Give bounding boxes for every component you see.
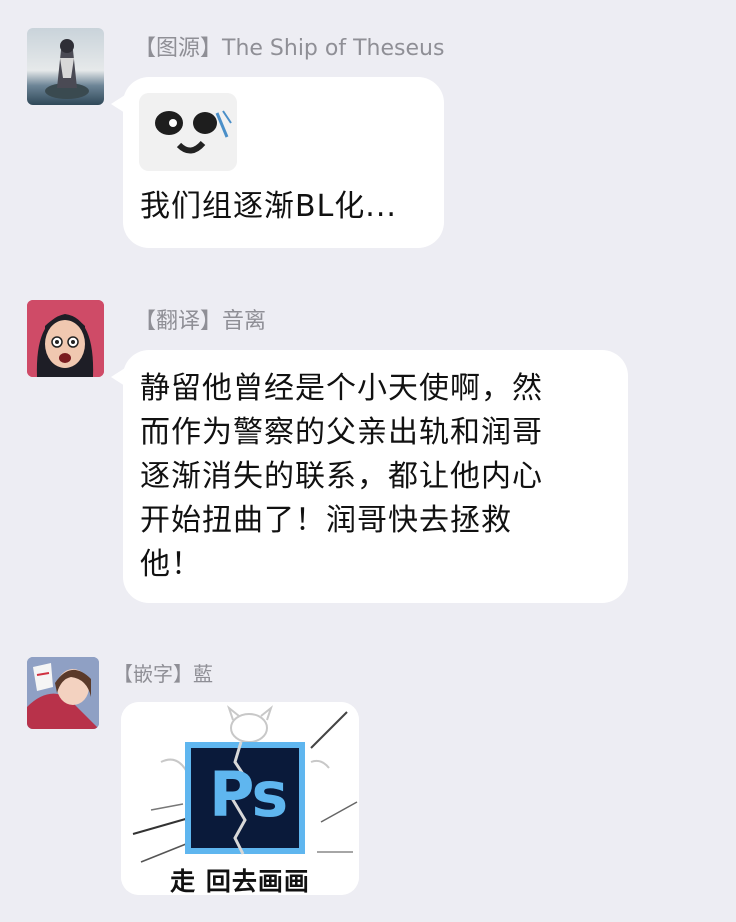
message-text-line: 静留他曾经是个小天使啊，然 [140, 371, 543, 406]
ps-logo-text: Ps [209, 758, 288, 831]
message-text: 我们组逐渐BL化... [140, 189, 397, 224]
sticker-image[interactable]: Ps 走 回去画画 [121, 702, 359, 895]
panda-meme-icon [139, 93, 237, 171]
sender-avatar[interactable] [27, 300, 104, 377]
sticker-caption: 走 回去画画 [170, 867, 310, 895]
sender-name: 【嵌字】藍 [113, 662, 213, 686]
message-bubble[interactable]: 我们组逐渐BL化... [111, 77, 444, 248]
message-text-line: 而作为警察的父亲出轨和润哥 [140, 415, 543, 450]
sender-name: 【翻译】音离 [134, 309, 267, 334]
avatar-image [27, 300, 104, 377]
message-text-line: 逐渐消失的联系，都让他内心 [140, 459, 543, 494]
avatar-image [27, 657, 99, 729]
message-bubble[interactable]: 静留他曾经是个小天使啊，然 而作为警察的父亲出轨和润哥 逐渐消失的联系，都让他内… [111, 350, 628, 603]
message-text-line: 他！ [140, 547, 202, 582]
sender-avatar[interactable] [27, 28, 104, 105]
sticker-image[interactable] [139, 93, 237, 171]
message-text-line: 开始扭曲了！润哥快去拯救 [140, 503, 512, 538]
sender-avatar[interactable] [27, 657, 99, 729]
avatar-image [45, 39, 89, 99]
sender-name: 【图源】The Ship of Theseus [134, 36, 445, 61]
